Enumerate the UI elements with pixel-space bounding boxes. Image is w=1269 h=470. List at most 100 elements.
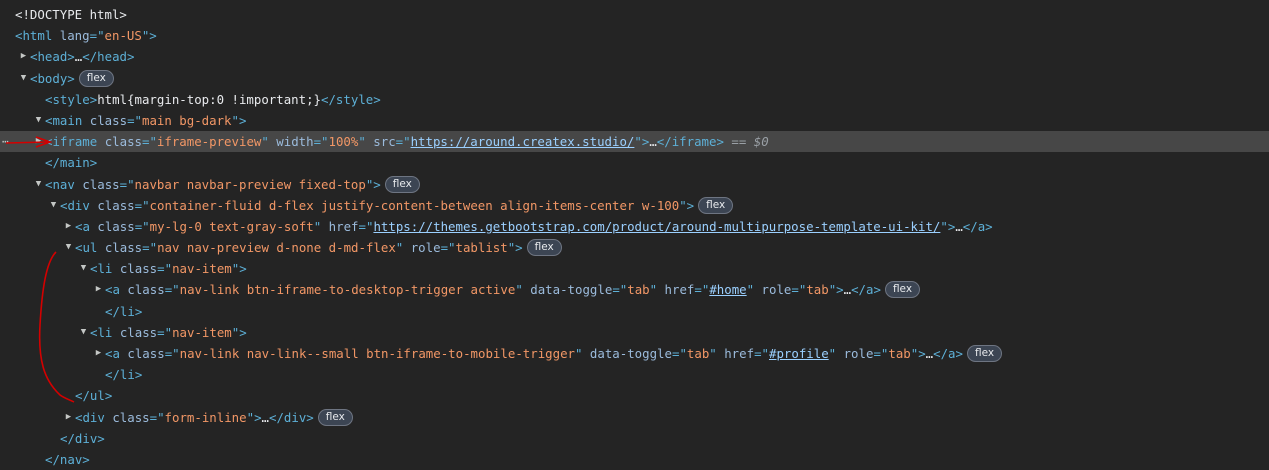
- node-tag-token: =": [440, 240, 456, 256]
- node-tag-token: =": [142, 240, 158, 256]
- caret-right-icon[interactable]: ▶: [62, 407, 75, 428]
- caret-down-icon[interactable]: ▼: [77, 258, 90, 279]
- dom-node-row[interactable]: ⋯ ▶ <iframe class="iframe-preview" width="…: [0, 131, 1269, 153]
- node-tag-token: </ul>: [75, 388, 113, 404]
- dom-node-row[interactable]: </li>: [0, 364, 1269, 385]
- node-link-token[interactable]: #profile: [769, 346, 829, 361]
- flex-badge[interactable]: flex: [966, 345, 1003, 362]
- node-attr-token: data-toggle: [530, 282, 613, 298]
- node-tag-token: =": [395, 134, 411, 150]
- node-tag-token: ">: [507, 240, 523, 256]
- node-link-token[interactable]: https://around.createx.studio/: [411, 134, 635, 149]
- node-tag-token: ": [313, 218, 329, 234]
- node-tag-token: </div>: [60, 430, 105, 446]
- node-txt-token: …: [649, 134, 657, 150]
- node-tag-token: <iframe: [45, 134, 105, 150]
- flex-badge[interactable]: flex: [78, 69, 114, 87]
- caret-right-icon[interactable]: ▶: [17, 46, 30, 67]
- node-attr-token: src: [373, 134, 396, 150]
- dom-node-row[interactable]: </li>: [0, 301, 1269, 322]
- node-tag-token: <body>: [30, 70, 75, 86]
- dom-node-row[interactable]: ▼ <nav class="navbar navbar-preview fixed…: [0, 174, 1269, 195]
- caret-right-icon[interactable]: ▶: [92, 343, 105, 364]
- caret-down-icon[interactable]: ▼: [17, 68, 30, 89]
- dom-node-row[interactable]: ▼ <li class="nav-item">: [0, 258, 1269, 279]
- flex-badge[interactable]: flex: [698, 196, 734, 214]
- caret-down-icon[interactable]: ▼: [77, 322, 90, 343]
- node-tag-token: =": [754, 346, 769, 361]
- dom-node-row[interactable]: ▶ <head>…</head>: [0, 46, 1269, 67]
- dom-node-row[interactable]: ▶ <div class="form-inline">…</div> flex: [0, 407, 1269, 428]
- caret-down-icon[interactable]: ▼: [47, 195, 60, 216]
- node-tag-token: =": [873, 346, 889, 361]
- node-tag-token: <li: [90, 261, 120, 277]
- dom-node-row[interactable]: ▶ <a class="nav-link nav-link--small btn-…: [0, 343, 1269, 364]
- node-tag-token: ">: [231, 324, 247, 340]
- node-attr-token: width: [276, 134, 314, 150]
- node-tag-token: =": [89, 28, 105, 44]
- node-txt-token: …: [955, 218, 963, 234]
- node-link-token[interactable]: #home: [709, 282, 746, 297]
- flex-badge[interactable]: flex: [384, 175, 420, 193]
- node-tag-token: ": [261, 134, 277, 150]
- dom-node-row[interactable]: </div>: [0, 428, 1269, 449]
- flex-badge[interactable]: flex: [884, 281, 921, 299]
- caret-down-icon[interactable]: ▼: [32, 174, 45, 195]
- node-attr-token: data-toggle: [589, 346, 672, 361]
- node-tag-token: =": [157, 324, 173, 340]
- node-link-token[interactable]: https://themes.getbootstrap.com/product/…: [373, 219, 940, 234]
- dom-node-row[interactable]: </ul>: [0, 385, 1269, 406]
- node-tag-token: <nav: [45, 176, 83, 192]
- node-tag-token: </a>: [851, 282, 881, 298]
- node-val-token: nav-link btn-iframe-to-desktop-trigger a…: [179, 282, 516, 298]
- node-txt-token: …: [843, 282, 852, 298]
- node-tag-token: </div>: [269, 409, 314, 425]
- node-val-token: tab: [686, 346, 710, 361]
- dom-node-row[interactable]: ▼ <div class="container-fluid d-flex just…: [0, 195, 1269, 216]
- node-val-token: en-US: [104, 28, 142, 44]
- caret-right-icon[interactable]: ▶: [62, 216, 75, 237]
- node-tag-token: =": [164, 346, 180, 361]
- node-val-token: iframe-preview: [156, 134, 262, 150]
- node-attr-token: class: [82, 176, 120, 192]
- node-tag-token: =": [791, 282, 807, 298]
- node-val-token: nav nav-preview d-none d-md-flex: [157, 240, 396, 256]
- more-options-icon[interactable]: ⋯: [2, 131, 9, 152]
- dom-node-row[interactable]: ▼ <body> flex: [0, 68, 1269, 89]
- node-val-token: nav-item: [172, 324, 232, 340]
- dom-node-row[interactable]: </main>: [0, 152, 1269, 173]
- node-tag-token: ": [515, 282, 531, 298]
- node-tag-token: <li: [90, 324, 120, 340]
- node-tag-token: </iframe>: [656, 134, 724, 150]
- node-tag-token: ">: [231, 112, 247, 128]
- node-tag-token: =": [119, 176, 135, 192]
- dom-node-row[interactable]: ▶ <a class="my-lg-0 text-gray-soft" href=…: [0, 216, 1269, 237]
- caret-right-icon[interactable]: ▶: [32, 131, 45, 152]
- node-val-token: main bg-dark: [142, 112, 232, 128]
- dom-node-row[interactable]: ▼ <li class="nav-item">: [0, 322, 1269, 343]
- dom-node-row[interactable]: <style>html{margin-top:0 !important;}</s…: [0, 89, 1269, 110]
- node-tag-token: ": [358, 134, 374, 150]
- caret-down-icon[interactable]: ▼: [32, 110, 45, 131]
- flex-badge[interactable]: flex: [317, 408, 353, 426]
- dom-node-row[interactable]: <html lang="en-US">: [0, 25, 1269, 46]
- node-attr-token: class: [127, 346, 165, 361]
- dom-node-row[interactable]: <!DOCTYPE html>: [0, 4, 1269, 25]
- node-tag-token: ": [575, 346, 590, 361]
- node-attr-token: class: [119, 324, 158, 340]
- node-val-token: navbar navbar-preview fixed-top: [134, 176, 366, 192]
- dom-node-row[interactable]: ▼ <main class="main bg-dark">: [0, 110, 1269, 131]
- flex-badge[interactable]: flex: [526, 239, 562, 257]
- caret-right-icon[interactable]: ▶: [92, 279, 105, 300]
- dom-node-row[interactable]: ▶ <a class="nav-link btn-iframe-to-deskto…: [0, 279, 1269, 300]
- node-tag-token: =": [612, 282, 628, 298]
- node-attr-token: role: [843, 346, 874, 361]
- node-tag-token: </li>: [105, 303, 143, 319]
- node-tag-token: </style>: [321, 91, 381, 107]
- caret-down-icon[interactable]: ▼: [62, 237, 75, 258]
- node-tag-token: =": [134, 218, 150, 234]
- node-tag-token: ": [746, 282, 762, 298]
- node-tag-token: =": [142, 134, 157, 150]
- node-val-token: tablist: [455, 240, 508, 256]
- dom-node-row[interactable]: ▼ <ul class="nav nav-preview d-none d-md-…: [0, 237, 1269, 258]
